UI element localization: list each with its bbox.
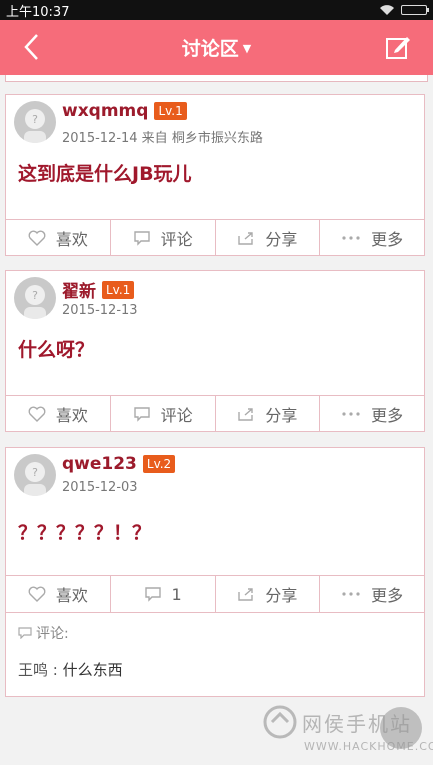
title-bar: 讨论区 ▼: [0, 20, 433, 75]
avatar[interactable]: ?: [14, 101, 56, 143]
level-badge: Lv.1: [102, 280, 135, 299]
share-icon: [238, 408, 254, 421]
post-content: 什么呀？: [18, 339, 95, 361]
like-button[interactable]: 喜欢: [6, 220, 111, 256]
comment-separator: :: [48, 661, 63, 679]
post-meta: 2015-12-03: [62, 480, 138, 495]
share-button[interactable]: 分享: [216, 220, 321, 256]
post-header: ? wxqmmq Lv.1 2015-12-14 来自 桐乡市振兴东路: [6, 95, 424, 151]
share-icon: [238, 232, 254, 245]
hackhome-logo-icon: [263, 705, 297, 739]
post-actions: 喜欢 评论 分享 更多: [6, 395, 424, 432]
comment-icon: [133, 407, 150, 422]
post-card: ? 翟新 Lv.1 2015-12-13 什么呀？ 喜欢 评论 分享 更多: [5, 270, 425, 432]
chevron-down-icon[interactable]: ▼: [243, 42, 251, 55]
comment-icon: [144, 587, 161, 602]
heart-icon: [28, 406, 46, 422]
comment-button[interactable]: 1: [111, 576, 216, 612]
comment-button[interactable]: 评论: [111, 220, 216, 256]
level-badge: Lv.2: [142, 455, 176, 473]
like-button[interactable]: 喜欢: [6, 576, 111, 612]
share-button[interactable]: 分享: [216, 396, 321, 432]
comment-button[interactable]: 评论: [111, 396, 216, 432]
avatar[interactable]: ?: [14, 277, 56, 319]
more-button[interactable]: 更多: [320, 576, 424, 612]
more-button[interactable]: 更多: [320, 396, 424, 432]
status-time: 上午10:37: [6, 4, 70, 20]
heart-icon: [28, 586, 46, 602]
like-button[interactable]: 喜欢: [6, 396, 111, 432]
battery-icon: [401, 5, 429, 15]
post-card: ? qwe123 Lv.2 2015-12-03 ？？？？？！？ 喜欢 1 分享: [5, 447, 425, 697]
post-actions: 喜欢 评论 分享 更多: [6, 219, 424, 256]
svg-text:?: ?: [32, 113, 38, 126]
edit-icon[interactable]: [385, 34, 411, 60]
comment-author[interactable]: 王鸣: [18, 661, 48, 679]
status-icons: [379, 4, 429, 16]
share-icon: [238, 588, 254, 601]
comment-item[interactable]: 王鸣 : 什么东西: [18, 659, 412, 680]
post-header: ? 翟新 Lv.1 2015-12-13: [6, 271, 424, 327]
post-content: 这到底是什么JB玩儿: [18, 163, 192, 185]
floating-action-button[interactable]: [380, 707, 422, 749]
username[interactable]: 翟新: [62, 277, 96, 302]
wifi-icon: [380, 5, 394, 15]
more-dots-icon: [342, 412, 360, 416]
more-dots-icon: [342, 592, 360, 596]
comments-section: 评论: 王鸣 : 什么东西: [6, 612, 424, 696]
post-content: ？？？？？！？: [18, 522, 152, 544]
avatar[interactable]: ?: [14, 454, 56, 496]
comment-text: 什么东西: [62, 661, 123, 679]
level-badge: Lv.1: [154, 102, 187, 120]
svg-text:?: ?: [32, 289, 38, 302]
post-meta: 2015-12-13: [62, 303, 138, 318]
previous-post-edge: [5, 75, 428, 82]
post-actions: 喜欢 1 分享 更多: [6, 575, 424, 612]
more-dots-icon: [342, 236, 360, 240]
comments-header: 评论:: [18, 623, 412, 643]
svg-text:?: ?: [32, 466, 38, 479]
post-card: ? wxqmmq Lv.1 2015-12-14 来自 桐乡市振兴东路 这到底是…: [5, 94, 425, 256]
post-meta: 2015-12-14 来自 桐乡市振兴东路: [62, 131, 263, 146]
comment-icon: [133, 231, 150, 246]
more-button[interactable]: 更多: [320, 220, 424, 256]
post-header: ? qwe123 Lv.2 2015-12-03: [6, 448, 424, 504]
share-button[interactable]: 分享: [216, 576, 321, 612]
status-bar: 上午10:37: [0, 0, 433, 20]
page-title[interactable]: 讨论区: [182, 34, 239, 61]
username[interactable]: qwe123: [62, 454, 137, 474]
comment-icon: [18, 627, 32, 639]
back-arrow-icon[interactable]: [18, 32, 48, 62]
username[interactable]: wxqmmq: [62, 101, 148, 121]
heart-icon: [28, 230, 46, 246]
post-list[interactable]: ? wxqmmq Lv.1 2015-12-14 来自 桐乡市振兴东路 这到底是…: [0, 75, 433, 765]
